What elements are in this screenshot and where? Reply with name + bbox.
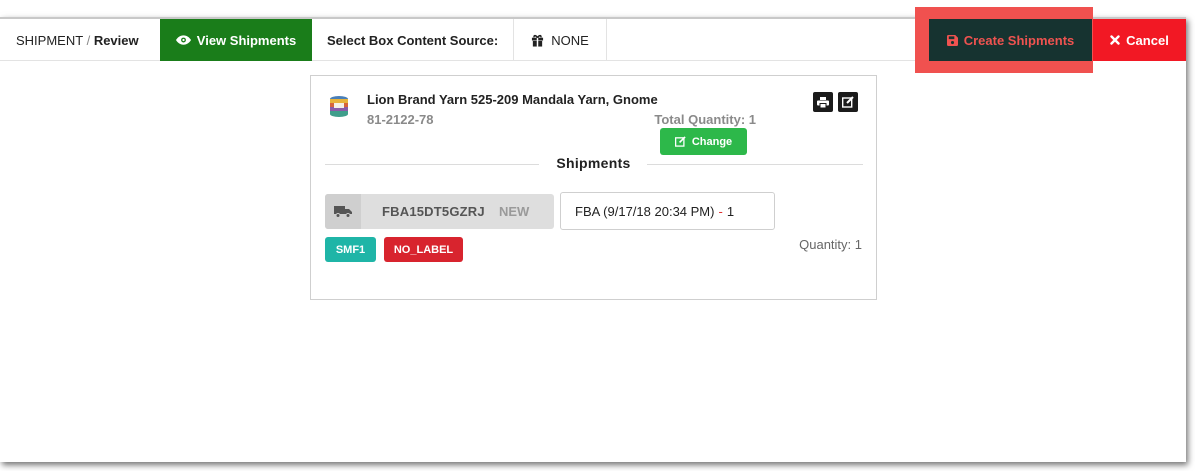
close-icon [1110,35,1120,45]
shipment-id: FBA15DT5GZRJ [382,204,485,219]
fba-dash: - [718,203,723,219]
fba-count: 1 [726,203,735,219]
shipments-title: Shipments [556,155,631,171]
create-shipments-button[interactable]: Create Shipments [929,19,1092,61]
box-source-select[interactable]: NONE [513,19,607,61]
fba-shipment-field[interactable]: FBA (9/17/18 20:34 PM) - 1 [560,192,775,230]
product-thumbnail [330,96,348,117]
truck-cell [325,194,361,229]
cancel-label: Cancel [1126,32,1169,48]
tag-no-label: NO_LABEL [384,237,463,262]
tag-smf1: SMF1 [325,237,376,262]
eye-icon [175,35,191,45]
change-button[interactable]: Change [660,128,747,155]
print-button[interactable] [813,92,833,112]
app-window: SHIPMENT / Review View Shipments Select … [0,7,1186,462]
save-icon [946,34,958,46]
top-toolbar: SHIPMENT / Review View Shipments Select … [0,7,1186,73]
shipment-id-field[interactable]: FBA15DT5GZRJ NEW [325,194,554,229]
breadcrumb-current: Review [93,33,139,48]
product-card: Lion Brand Yarn 525-209 Mandala Yarn, Gn… [310,75,877,300]
create-shipments-label: Create Shipments [963,32,1075,48]
change-label: Change [691,135,733,148]
product-sku: 81-2122-78 [367,112,434,127]
edit-icon [842,96,854,108]
shipment-quantity: Quantity: 1 [799,237,862,252]
view-shipments-button[interactable]: View Shipments [160,19,312,61]
view-shipments-label: View Shipments [196,32,297,48]
product-name: Lion Brand Yarn 525-209 Mandala Yarn, Gn… [367,92,658,107]
print-icon [817,96,829,108]
shipment-status: NEW [499,204,530,219]
breadcrumb-separator: / [86,33,91,48]
box-source-value: NONE [551,32,589,48]
edit-button[interactable] [838,92,858,112]
breadcrumb: SHIPMENT / Review [16,33,139,48]
total-quantity: Total Quantity: 1 [654,112,756,127]
fba-label: FBA (9/17/18 20:34 PM) [575,203,715,219]
edit-icon [674,136,686,147]
box-source-label: Select Box Content Source: [327,33,499,48]
cancel-button[interactable]: Cancel [1093,19,1186,61]
truck-icon [334,206,352,218]
breadcrumb-root[interactable]: SHIPMENT [16,33,83,48]
gift-icon [532,34,544,47]
